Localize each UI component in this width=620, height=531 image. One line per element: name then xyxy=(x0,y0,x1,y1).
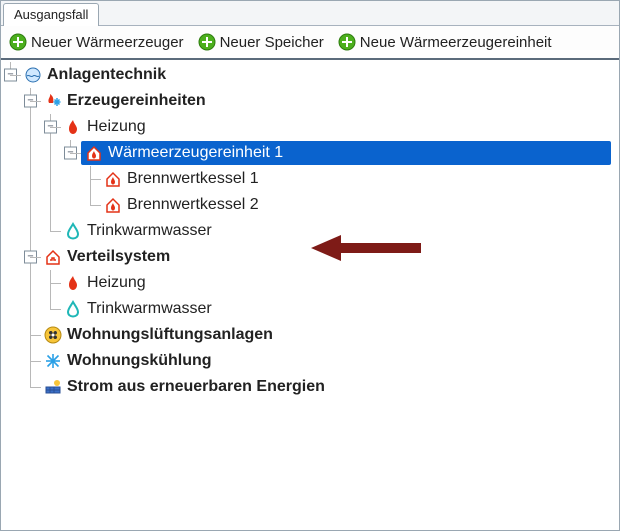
node-label: Brennwertkessel 1 xyxy=(127,170,259,188)
node-label: Erzeugereinheiten xyxy=(67,92,206,110)
node-label: Heizung xyxy=(87,274,146,292)
tree-item-unit-1[interactable]: − Wärmeerzeugereinheit 1 xyxy=(1,140,619,166)
button-label: Neuer Speicher xyxy=(220,34,324,51)
collapse-toggle[interactable]: − xyxy=(4,69,17,82)
flame-house-icon xyxy=(103,169,123,189)
tree-item-erzeugereinheiten[interactable]: − Erzeugereinheiten xyxy=(1,88,619,114)
new-generator-button[interactable]: Neuer Wärmeerzeuger xyxy=(9,33,184,51)
flame-house-icon xyxy=(84,143,104,163)
water-drop-icon xyxy=(63,299,83,319)
node-label: Wohnungskühlung xyxy=(67,352,212,370)
node-label: Trinkwarmwasser xyxy=(87,300,212,318)
pipe-house-icon xyxy=(43,247,63,267)
node-label: Wohnungslüftungsanlagen xyxy=(67,326,273,344)
plus-icon xyxy=(9,33,27,51)
collapse-toggle[interactable]: − xyxy=(24,251,37,264)
tree-item-bk1[interactable]: Brennwertkessel 1 xyxy=(1,166,619,192)
tree-item-ee-strom[interactable]: Strom aus erneuerbaren Energien xyxy=(1,374,619,400)
plus-icon xyxy=(338,33,356,51)
app-window: Ausgangsfall Neuer Wärmeerzeuger xyxy=(0,0,620,531)
tree-item-heizung-dist[interactable]: Heizung xyxy=(1,270,619,296)
new-generator-unit-button[interactable]: Neue Wärmeerzeugereinheit xyxy=(338,33,552,51)
tree-item-bk2[interactable]: Brennwertkessel 2 xyxy=(1,192,619,218)
globe-icon xyxy=(23,65,43,85)
snowflake-icon xyxy=(43,351,63,371)
flame-icon xyxy=(63,273,83,293)
plus-icon xyxy=(198,33,216,51)
button-label: Neuer Wärmeerzeuger xyxy=(31,34,184,51)
node-label: Strom aus erneuerbaren Energien xyxy=(67,378,325,396)
tab-ausgangsfall[interactable]: Ausgangsfall xyxy=(3,3,99,26)
fan-icon xyxy=(43,325,63,345)
node-label: Verteilsystem xyxy=(67,248,170,266)
new-storage-button[interactable]: Neuer Speicher xyxy=(198,33,324,51)
tree-item-tww-dist[interactable]: Trinkwarmwasser xyxy=(1,296,619,322)
tab-label: Ausgangsfall xyxy=(14,7,88,22)
water-drop-icon xyxy=(63,221,83,241)
toolbar: Neuer Wärmeerzeuger Neuer Speicher Neu xyxy=(1,26,619,60)
tree-item-verteilsystem[interactable]: − Verteilsystem xyxy=(1,244,619,270)
collapse-toggle[interactable]: − xyxy=(44,121,57,134)
node-label: Anlagentechnik xyxy=(47,66,166,84)
tree-view[interactable]: − Anlagentechnik − xyxy=(1,60,619,530)
collapse-toggle[interactable]: − xyxy=(64,147,77,160)
button-label: Neue Wärmeerzeugereinheit xyxy=(360,34,552,51)
tree-item-tww-gen[interactable]: Trinkwarmwasser xyxy=(1,218,619,244)
flame-icon xyxy=(63,117,83,137)
flame-house-icon xyxy=(103,195,123,215)
solar-icon xyxy=(43,377,63,397)
collapse-toggle[interactable]: − xyxy=(24,95,37,108)
tab-strip: Ausgangsfall xyxy=(1,1,619,26)
tree-item-heizung-gen[interactable]: − Heizung xyxy=(1,114,619,140)
node-label: Brennwertkessel 2 xyxy=(127,196,259,214)
node-label: Heizung xyxy=(87,118,146,136)
fire-snow-icon xyxy=(43,91,63,111)
tree-item-lueftung[interactable]: Wohnungslüftungsanlagen xyxy=(1,322,619,348)
node-label: Trinkwarmwasser xyxy=(87,222,212,240)
tree-item-anlagentechnik[interactable]: − Anlagentechnik xyxy=(1,62,619,88)
tree-item-kuehlung[interactable]: Wohnungskühlung xyxy=(1,348,619,374)
node-label: Wärmeerzeugereinheit 1 xyxy=(108,144,283,162)
